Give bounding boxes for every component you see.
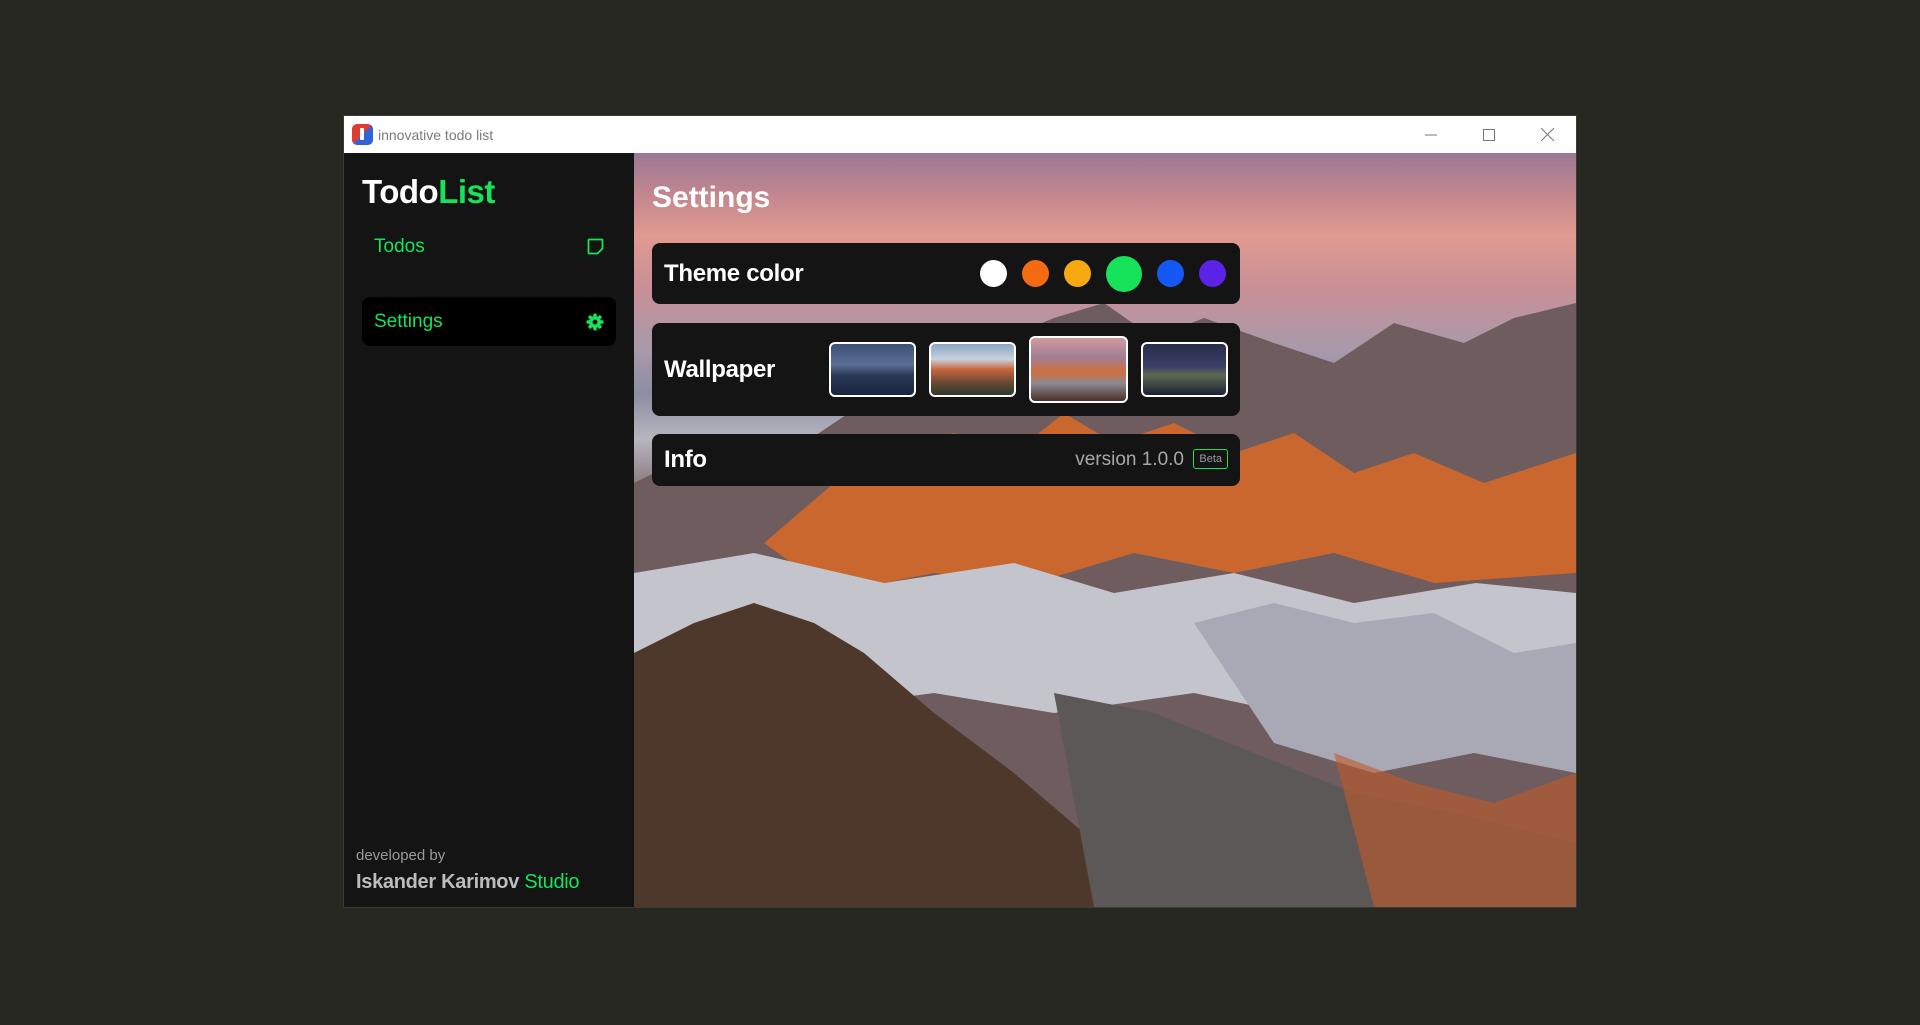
color-swatches <box>965 243 1226 304</box>
close-icon <box>1540 128 1554 141</box>
app-window: innovative todo list TodoList Todos Sett… <box>344 116 1576 907</box>
color-swatch-purple[interactable] <box>1199 260 1226 287</box>
info-title: Info <box>664 446 707 473</box>
color-swatch-orange[interactable] <box>1022 260 1049 287</box>
maximize-icon <box>1483 128 1495 141</box>
color-swatch-green[interactable] <box>1106 255 1142 292</box>
color-swatch-blue[interactable] <box>1157 260 1184 287</box>
title-bar[interactable]: innovative todo list <box>344 116 1576 153</box>
maximize-button[interactable] <box>1460 116 1518 153</box>
color-swatch-yellow[interactable] <box>1064 260 1091 287</box>
sidebar-item-label: Todos <box>374 235 425 257</box>
wallpaper-thumb-mojave-night[interactable] <box>829 342 916 397</box>
logo-text-list: List <box>438 173 495 210</box>
version-text: version 1.0.0 <box>1075 449 1184 470</box>
main-content: Settings Theme color Wallpaper Info vers… <box>634 153 1576 907</box>
theme-color-card: Theme color <box>652 243 1240 304</box>
app-icon <box>352 124 373 145</box>
wallpaper-thumb-el-capitan[interactable] <box>929 342 1016 397</box>
sidebar-item-settings[interactable]: Settings <box>362 297 616 346</box>
app-logo: TodoList <box>362 173 495 211</box>
developed-by-label: developed by <box>356 847 446 864</box>
wallpaper-thumb-sierra[interactable] <box>1029 336 1128 403</box>
sidebar: TodoList Todos Settings developed by Isk… <box>344 153 634 907</box>
minimize-button[interactable] <box>1402 116 1460 153</box>
sidebar-item-todos[interactable]: Todos <box>362 222 616 271</box>
studio-label: Studio <box>524 871 580 893</box>
page-title: Settings <box>652 181 771 214</box>
wallpaper-options <box>816 323 1228 416</box>
sidebar-item-label: Settings <box>374 310 443 332</box>
theme-color-title: Theme color <box>664 259 804 287</box>
color-swatch-white[interactable] <box>980 260 1007 287</box>
window-title: innovative todo list <box>378 126 494 143</box>
info-card: Info version 1.0.0 Beta <box>652 434 1240 486</box>
note-square-icon <box>587 238 604 255</box>
minimize-icon <box>1425 134 1437 135</box>
wallpaper-card: Wallpaper <box>652 323 1240 416</box>
developer-name: Iskander Karimov <box>356 871 520 893</box>
wallpaper-thumb-catalina[interactable] <box>1141 342 1228 397</box>
developer-credit: Iskander Karimov Studio <box>356 871 580 894</box>
close-button[interactable] <box>1518 116 1576 153</box>
beta-badge: Beta <box>1193 449 1228 469</box>
gear-icon <box>586 313 604 330</box>
window-controls <box>1402 116 1576 153</box>
wallpaper-title: Wallpaper <box>664 355 776 383</box>
logo-text-todo: Todo <box>362 173 439 210</box>
